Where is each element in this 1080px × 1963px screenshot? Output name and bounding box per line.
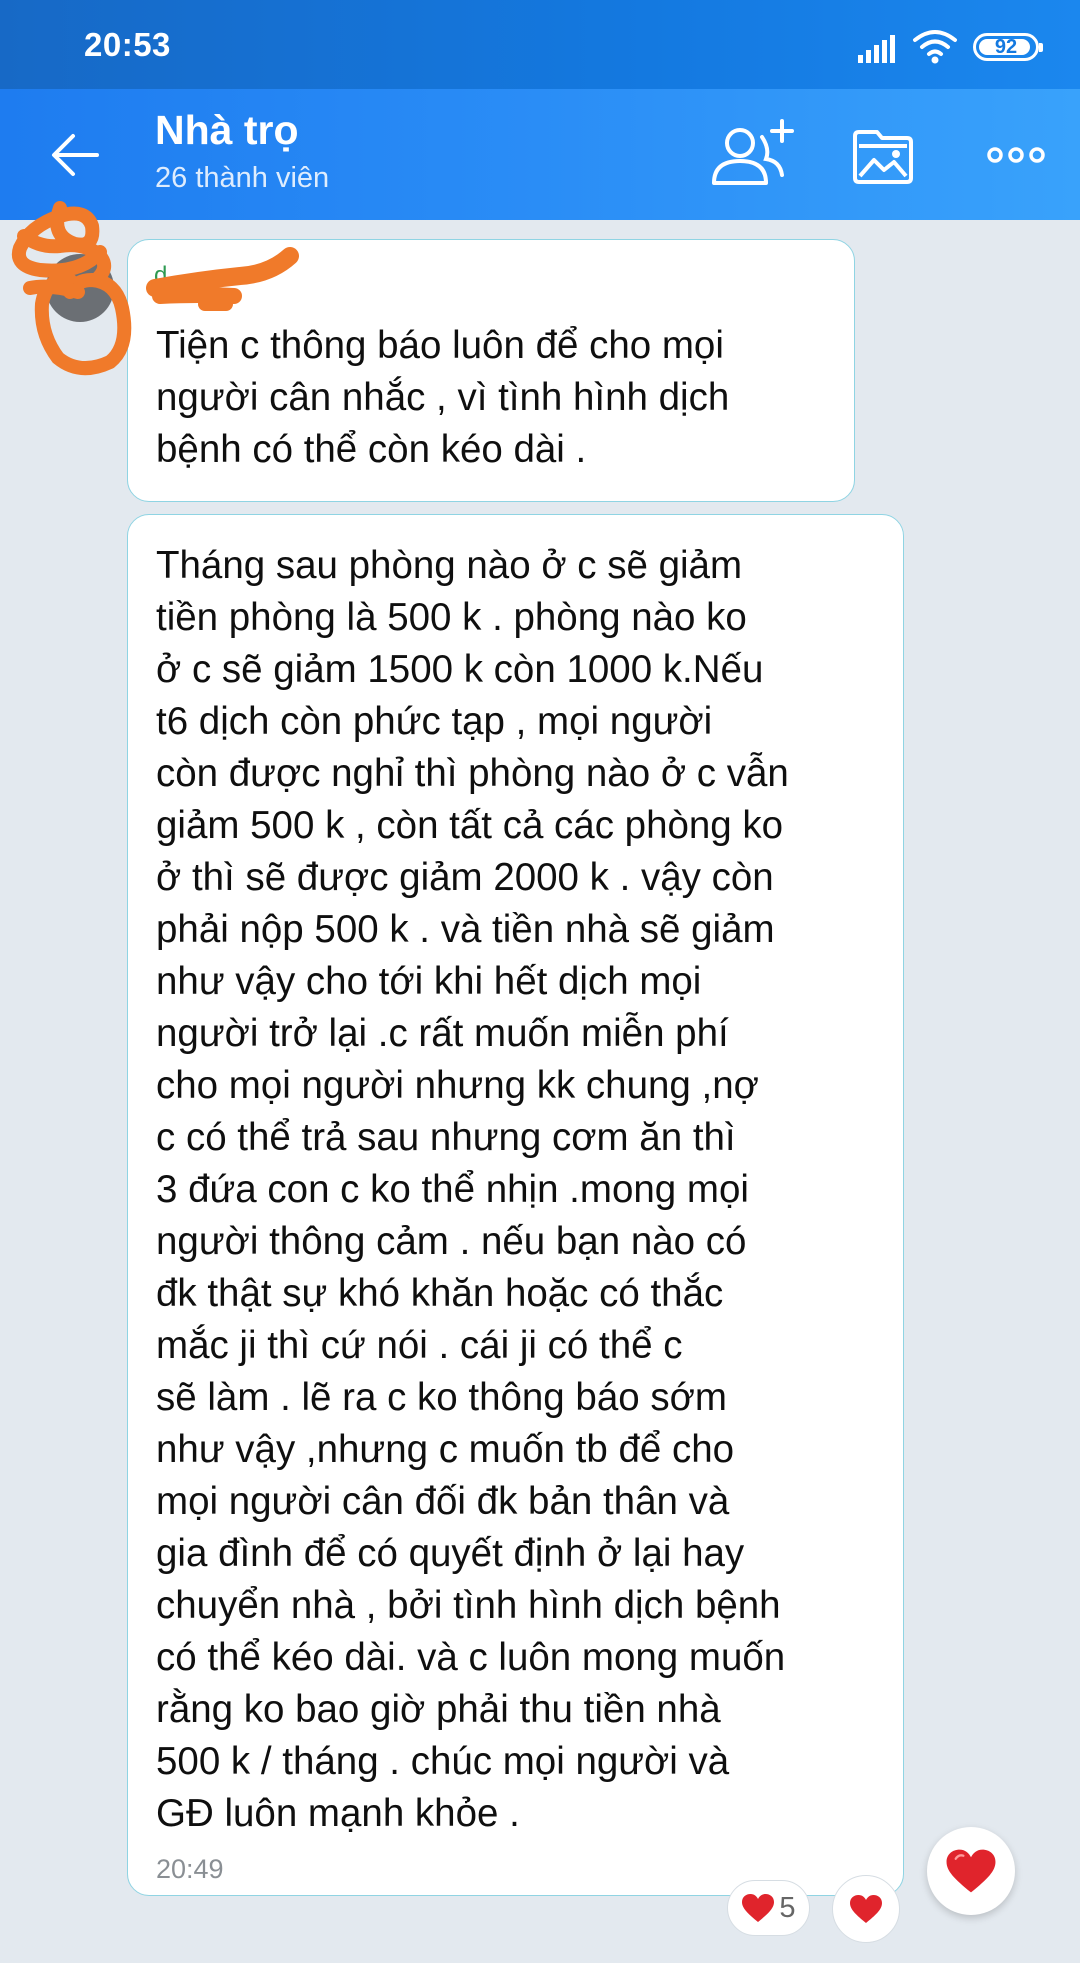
heart-icon xyxy=(850,1895,882,1923)
message-text: Tháng sau phòng nào ở c sẽ giảm tiền phò… xyxy=(156,544,789,1835)
member-count[interactable]: 26 thành viên xyxy=(155,162,329,195)
back-button[interactable] xyxy=(40,122,110,188)
heart-icon xyxy=(742,1894,775,1922)
chat-header: Nhà trọ 26 thành viên xyxy=(0,89,1080,220)
message-bubble[interactable]: Tháng sau phòng nào ở c sẽ giảm tiền phò… xyxy=(127,514,904,1896)
message-time: 20:49 xyxy=(156,1854,224,1884)
status-time: 20:53 xyxy=(84,26,171,63)
back-arrow-icon xyxy=(52,134,99,176)
wifi-icon xyxy=(913,30,957,64)
battery-level: 92 xyxy=(994,36,1018,58)
signal-icon xyxy=(858,35,895,63)
add-member-button[interactable] xyxy=(704,119,796,191)
add-member-icon xyxy=(712,119,794,185)
media-button[interactable] xyxy=(844,119,922,191)
more-options-button[interactable] xyxy=(982,119,1050,191)
sender-avatar[interactable] xyxy=(46,254,114,322)
react-heart-button[interactable] xyxy=(832,1875,900,1943)
reaction-count: 5 xyxy=(779,1891,796,1924)
reaction-summary[interactable]: 5 xyxy=(727,1880,810,1936)
status-bar: 20:53 92 xyxy=(0,0,1080,89)
message-text: Tiện c thông báo luôn để cho mọi người c… xyxy=(156,324,730,471)
battery-icon: 92 xyxy=(973,33,1043,61)
heart-icon xyxy=(946,1849,996,1893)
quick-heart-button[interactable] xyxy=(927,1827,1015,1915)
more-dots-icon xyxy=(987,147,1045,163)
message-bubble[interactable]: d Tiện c thông báo luôn để cho mọi người… xyxy=(127,239,855,502)
group-name[interactable]: Nhà trọ xyxy=(155,107,299,154)
image-folder-icon xyxy=(853,130,913,184)
sender-name: d xyxy=(154,262,168,289)
